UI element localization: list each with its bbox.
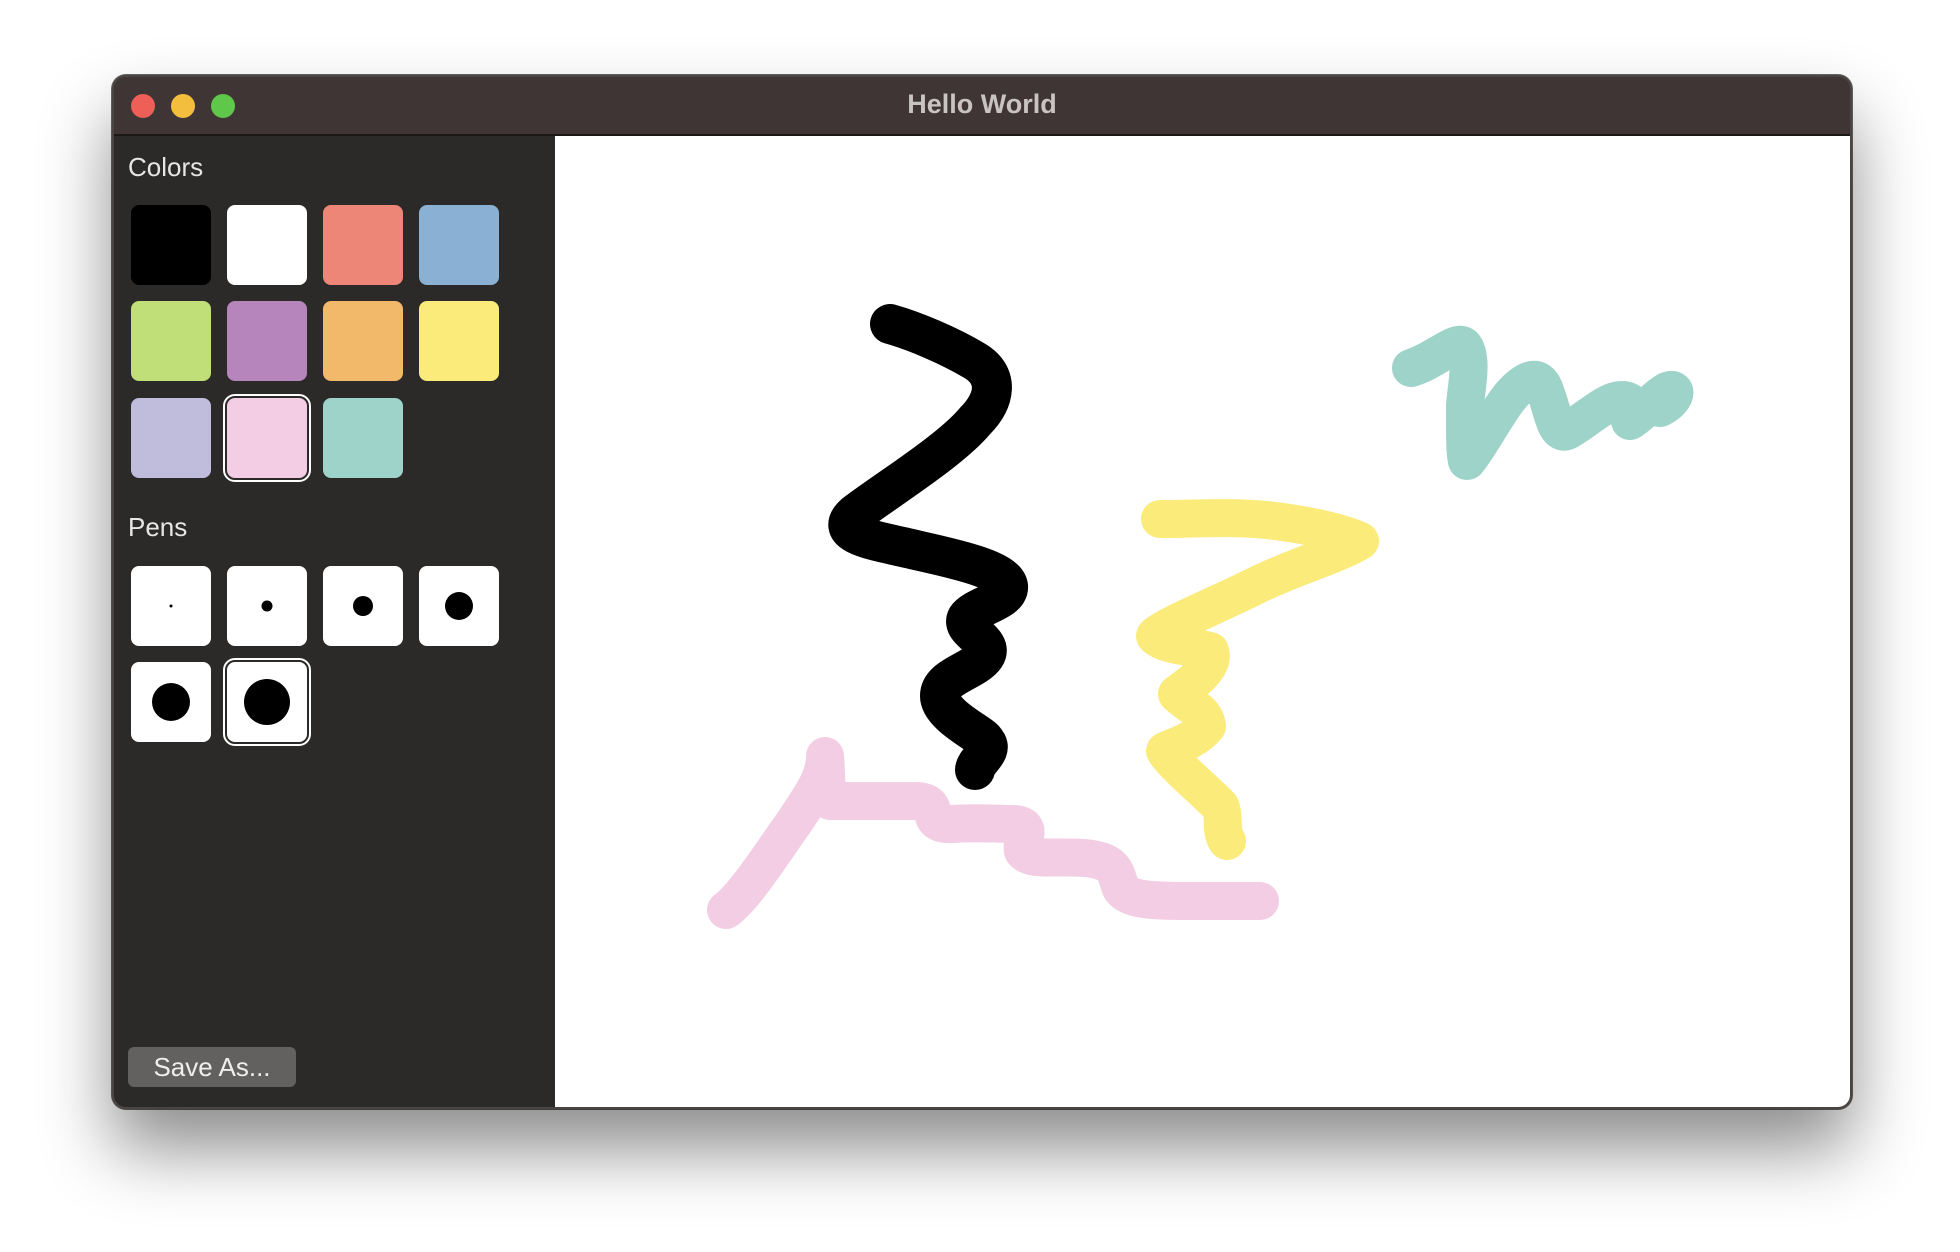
color-swatch-orange[interactable]: [323, 301, 403, 381]
pen-dot-icon: [353, 596, 373, 616]
teal-stroke: [1392, 325, 1694, 480]
pen-size-3[interactable]: [323, 566, 403, 646]
window-title: Hello World: [907, 89, 1057, 119]
color-swatch-lavender[interactable]: [131, 398, 211, 478]
color-swatch-purple[interactable]: [227, 301, 307, 381]
save-as-button[interactable]: Save As...: [128, 1047, 296, 1087]
color-swatch-pink[interactable]: [223, 394, 311, 482]
color-swatch-white[interactable]: [227, 205, 307, 285]
pen-size-2[interactable]: [227, 566, 307, 646]
colors-heading: Colors: [128, 152, 204, 182]
pen-dot-icon: [244, 679, 290, 725]
color-swatch-green[interactable]: [131, 301, 211, 381]
pen-dot-icon: [261, 600, 273, 612]
color-swatch-teal[interactable]: [323, 398, 403, 478]
color-swatch-salmon[interactable]: [323, 205, 403, 285]
pen-size-6[interactable]: [223, 658, 311, 746]
pen-size-5[interactable]: [131, 662, 211, 742]
pen-size-4[interactable]: [419, 566, 499, 646]
pen-dot-icon: [152, 683, 190, 721]
drawing-canvas[interactable]: [555, 136, 1850, 1107]
color-swatch-yellow[interactable]: [419, 301, 499, 381]
app-window: Hello World Colors Pens Save As...: [112, 75, 1852, 1109]
pens-heading: Pens: [128, 512, 188, 542]
pen-dot-icon: [445, 592, 473, 620]
color-swatch-blue[interactable]: [419, 205, 499, 285]
drawing-surface: [707, 304, 1694, 929]
color-swatch-black[interactable]: [131, 205, 211, 285]
title-bar[interactable]: Hello World: [114, 77, 1850, 136]
pen-size-1[interactable]: [131, 566, 211, 646]
pen-dot-icon: [169, 604, 173, 608]
yellow-stroke: [1136, 499, 1379, 860]
black-stroke: [828, 304, 1028, 790]
sidebar: Colors Pens Save As...: [114, 136, 555, 1107]
